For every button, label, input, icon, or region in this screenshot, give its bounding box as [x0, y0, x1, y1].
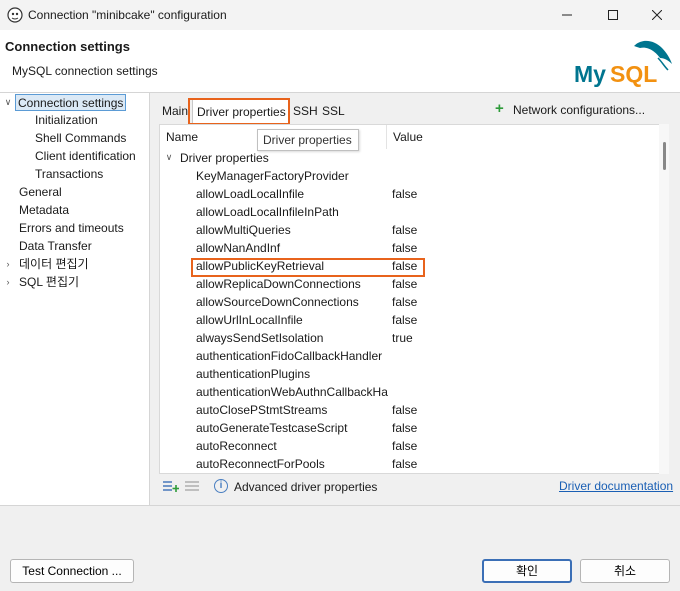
property-value[interactable]: false — [392, 455, 417, 473]
driver-documentation-link[interactable]: Driver documentation — [559, 479, 673, 493]
property-name[interactable]: authenticationWebAuthnCallbackHa — [196, 383, 388, 401]
plus-icon: + — [495, 100, 504, 117]
properties-table: Name Value ∨ Driver properties KeyManage… — [159, 124, 661, 474]
column-header-name[interactable]: Name — [166, 130, 198, 144]
svg-text:My: My — [574, 61, 606, 87]
tab-ssl[interactable]: SSL — [320, 99, 347, 123]
property-value[interactable]: false — [392, 275, 417, 293]
tooltip: Driver properties — [257, 129, 359, 151]
property-value[interactable]: false — [392, 185, 417, 203]
scrollbar[interactable] — [659, 124, 669, 474]
tree-item-data-transfer[interactable]: Data Transfer — [19, 238, 92, 255]
property-value[interactable]: false — [392, 311, 417, 329]
property-value[interactable]: false — [392, 221, 417, 239]
close-button[interactable] — [634, 0, 680, 30]
property-value[interactable]: false — [392, 239, 417, 257]
tree-item-data-editor[interactable]: 데이터 편집기 — [19, 256, 89, 273]
ok-button[interactable]: 확인 — [482, 559, 572, 583]
minimize-icon — [562, 14, 572, 16]
property-name[interactable]: allowNanAndInf — [196, 239, 280, 257]
tree-item-sql-editor[interactable]: SQL 편집기 — [19, 274, 79, 291]
column-header-value[interactable]: Value — [393, 130, 423, 144]
info-icon: i — [214, 479, 228, 493]
property-name[interactable]: allowMultiQueries — [196, 221, 291, 239]
settings-tree: ∨ Connection settings Initialization She… — [0, 93, 150, 505]
property-name[interactable]: allowSourceDownConnections — [196, 293, 359, 311]
tree-item-client-identification[interactable]: Client identification — [35, 148, 136, 165]
tab-ssh[interactable]: SSH — [291, 99, 320, 123]
tree-item-errors-timeouts[interactable]: Errors and timeouts — [19, 220, 124, 237]
property-name[interactable]: authenticationPlugins — [196, 365, 310, 383]
property-name[interactable]: autoGenerateTestcaseScript — [196, 419, 347, 437]
network-config-label: Network configurations... — [513, 103, 646, 117]
mysql-logo: My SQL — [574, 40, 672, 87]
tree-item-connection-settings[interactable]: Connection settings — [15, 94, 127, 111]
close-icon — [652, 10, 662, 20]
property-name[interactable]: autoReconnect — [196, 437, 277, 455]
cancel-button[interactable]: 취소 — [580, 559, 670, 583]
svg-text:SQL: SQL — [610, 61, 657, 87]
scroll-thumb[interactable] — [663, 142, 666, 170]
settings-panel: Main Driver properties SSH SSL + Network… — [151, 93, 680, 505]
page-subtitle: MySQL connection settings — [12, 64, 158, 78]
property-value[interactable]: false — [392, 419, 417, 437]
tree-item-metadata[interactable]: Metadata — [19, 202, 69, 219]
property-name[interactable]: autoClosePStmtStreams — [196, 401, 327, 419]
add-property-icon[interactable] — [163, 479, 179, 493]
tree-item-initialization[interactable]: Initialization — [35, 112, 98, 129]
row-highlight-box — [191, 258, 425, 277]
tree-item-transactions[interactable]: Transactions — [35, 166, 103, 183]
property-value[interactable]: false — [392, 401, 417, 419]
property-name[interactable]: allowLoadLocalInfileInPath — [196, 203, 339, 221]
property-name[interactable]: alwaysSendSetIsolation — [196, 329, 323, 347]
tree-item-general[interactable]: General — [19, 184, 62, 201]
test-connection-button[interactable]: Test Connection ... — [10, 559, 134, 583]
title-bar: Connection "minibcake" configuration — [0, 0, 680, 30]
chevron-down-icon[interactable]: ∨ — [164, 149, 174, 166]
property-value[interactable]: true — [392, 329, 413, 347]
property-name[interactable]: authenticationFidoCallbackHandler — [196, 347, 382, 365]
maximize-button[interactable] — [590, 0, 636, 30]
chevron-right-icon[interactable]: › — [3, 256, 13, 273]
property-name[interactable]: allowReplicaDownConnections — [196, 275, 361, 293]
property-name[interactable]: KeyManagerFactoryProvider — [196, 167, 349, 185]
chevron-down-icon[interactable]: ∨ — [3, 94, 13, 111]
property-value[interactable]: false — [392, 437, 417, 455]
advanced-properties-label: Advanced driver properties — [234, 480, 378, 494]
header: Connection settings MySQL connection set… — [0, 30, 680, 92]
group-driver-properties[interactable]: Driver properties — [180, 149, 269, 167]
tree-item-shell-commands[interactable]: Shell Commands — [35, 130, 126, 147]
property-name[interactable]: allowUrlInLocalInfile — [196, 311, 303, 329]
property-name[interactable]: allowLoadLocalInfile — [196, 185, 304, 203]
column-separator — [386, 125, 387, 149]
window-title: Connection "minibcake" configuration — [28, 8, 227, 22]
property-name[interactable]: autoReconnectForPools — [196, 455, 325, 473]
minimize-button[interactable] — [544, 0, 590, 30]
tab-highlight-box — [188, 98, 290, 125]
remove-property-icon[interactable] — [185, 479, 201, 493]
footer-divider — [0, 505, 680, 506]
network-config-button[interactable]: + Network configurations... — [495, 100, 646, 117]
maximize-icon — [608, 10, 618, 20]
page-title: Connection settings — [5, 39, 130, 54]
app-icon — [7, 7, 23, 23]
tab-main[interactable]: Main — [160, 99, 190, 123]
property-value[interactable]: false — [392, 293, 417, 311]
chevron-right-icon[interactable]: › — [3, 274, 13, 291]
